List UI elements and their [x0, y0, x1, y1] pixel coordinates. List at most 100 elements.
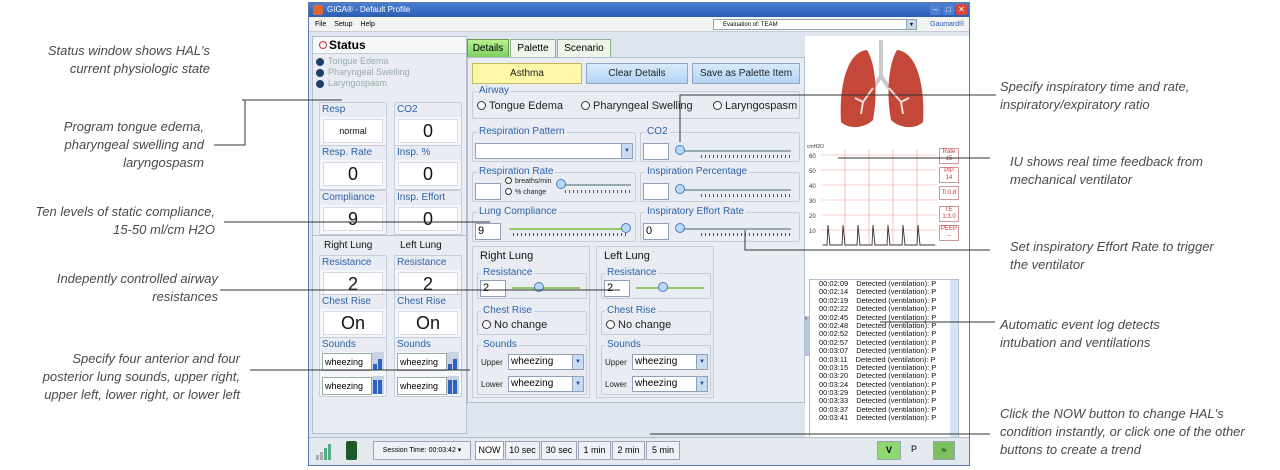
sound-level-bars [372, 352, 384, 370]
annotation-inspiratory: Specify inspiratory time and rate, inspi… [1000, 79, 1190, 112]
left-lower-sound-select[interactable]: wheezing ▼ [632, 376, 708, 392]
effort-input[interactable]: 0 [643, 223, 669, 240]
status-right-chest-rise: Chest Rise On [319, 294, 387, 339]
compliance-input[interactable]: 9 [475, 223, 501, 240]
trend-1min-button[interactable]: 1 min [578, 441, 611, 460]
log-vertical-scrollbar[interactable] [950, 280, 958, 456]
left-resistance-input[interactable]: 2 [604, 280, 630, 297]
status-panel: Status Tongue Edema Pharyngeal Swelling … [312, 36, 468, 434]
detail-right-lung: Right Lung Resistance 2 Chest Rise No ch… [472, 246, 590, 398]
maximize-icon[interactable]: □ [943, 4, 954, 15]
effort-slider[interactable] [675, 223, 791, 233]
battery-icon [346, 441, 357, 460]
resp-pattern-select[interactable]: ▼ [475, 143, 633, 159]
annotation-now: Click the NOW button to change HAL's con… [1000, 406, 1245, 457]
clear-details-button[interactable]: Clear Details [586, 63, 688, 84]
signal-bars-icon [316, 444, 331, 460]
trend-30sec-button[interactable]: 30 sec [541, 441, 577, 460]
session-time[interactable]: Session Time: 00:03:42 ▾ [373, 441, 471, 460]
sound-value: wheezing [397, 353, 447, 371]
breaths-min-radio[interactable]: breaths/min [505, 177, 552, 185]
airway-laryngospasm-radio[interactable]: Laryngospasm [713, 100, 797, 112]
evaluation-select[interactable]: Evaluation of: TEAM ▾ [713, 19, 917, 30]
right-resistance-input[interactable]: 2 [480, 280, 506, 297]
param-insp-effort: Insp. Effort 0 [394, 190, 462, 235]
chevron-down-icon[interactable]: ▾ [906, 20, 916, 29]
trend-graph-icon[interactable]: ≈ [933, 441, 955, 460]
annotation-ventilator: IU shows real time feedback from mechani… [1010, 154, 1203, 187]
param-co2: CO2 0 [394, 102, 462, 147]
title-bar: GIGA® - Default Profile – □ ✕ [309, 3, 969, 17]
v-button[interactable]: V [877, 441, 901, 460]
tab-details[interactable]: Details [467, 39, 509, 57]
status-title: Status [313, 37, 466, 54]
resp-rate-slider[interactable] [556, 179, 631, 189]
percent-change-radio[interactable]: % change [505, 188, 546, 196]
airway-tongue-edema-radio[interactable]: Tongue Edema [477, 100, 563, 112]
sound-value: wheezing [397, 377, 447, 395]
right-resistance-slider[interactable] [512, 282, 580, 292]
condition-laryngospasm: Laryngospasm [313, 78, 466, 89]
status-dot-icon [316, 57, 324, 66]
now-button[interactable]: NOW [475, 441, 504, 460]
log-row: 00:03:41 Detected (ventilation): P [819, 413, 937, 423]
co2-input[interactable] [643, 143, 669, 160]
chevron-down-icon: ▼ [621, 144, 632, 158]
airway-pharyngeal-radio[interactable]: Pharyngeal Swelling [581, 100, 693, 112]
window-title: GIGA® - Default Profile [327, 5, 411, 14]
airway-group: Airway Tongue Edema Pharyngeal Swelling … [472, 85, 800, 119]
menu-help[interactable]: Help [360, 21, 374, 28]
readout-pip: PIP 14 [939, 167, 959, 183]
tab-scenario[interactable]: Scenario [557, 39, 611, 57]
readout-peep: PEEP -- [939, 225, 959, 241]
resp-rate-input[interactable] [475, 183, 501, 200]
app-window: GIGA® - Default Profile – □ ✕ File Setup… [308, 2, 970, 466]
condition-pharyngeal-swelling: Pharyngeal Swelling [313, 67, 466, 78]
sound-level-bars [447, 376, 459, 394]
annotation-effort: Set inspiratory Effort Rate to trigger t… [1010, 239, 1214, 272]
right-chest-rise-radio[interactable]: No change [482, 319, 547, 331]
status-left-chest-rise: Chest Rise On [394, 294, 462, 339]
resp-rate-group: Respiration Rate breaths/min % change [472, 166, 636, 202]
menu-file[interactable]: File [315, 21, 326, 28]
trend-10sec-button[interactable]: 10 sec [505, 441, 540, 460]
annotation-sounds: Specify four anterior and four posterior… [42, 351, 240, 402]
readout-ti: Ti:0.8 [939, 186, 959, 200]
status-right-sounds: Sounds wheezing wheezing [319, 337, 387, 397]
left-resistance-slider[interactable] [636, 282, 704, 292]
brand-link[interactable]: Gaumard® [930, 17, 964, 32]
param-insp-pct: Insp. % 0 [394, 145, 462, 190]
ventilator-monitor: cmH2O 60 50 40 30 20 10 Rate 15 PIP 14 Ti:0.8 I… [805, 142, 969, 270]
minimize-icon[interactable]: – [930, 4, 941, 15]
save-palette-button[interactable]: Save as Palette Item [692, 63, 800, 84]
sound-value: wheezing [322, 353, 372, 371]
magnifier-icon [319, 41, 327, 49]
condition-tongue-edema: Tongue Edema [313, 56, 466, 67]
asthma-button[interactable]: Asthma [472, 63, 582, 84]
annotation-resistance: Indepently controlled airway resistances [56, 271, 218, 304]
trend-2min-button[interactable]: 2 min [612, 441, 645, 460]
details-panel: Asthma Clear Details Save as Palette Ite… [467, 57, 805, 403]
close-icon[interactable]: ✕ [956, 4, 967, 15]
trend-5min-button[interactable]: 5 min [646, 441, 680, 460]
sound-level-bars [447, 352, 459, 370]
p-button[interactable]: P [903, 441, 925, 460]
annotation-log: Automatic event log detects intubation a… [1000, 317, 1160, 350]
insp-pct-input[interactable] [643, 183, 669, 200]
right-lower-sound-select[interactable]: wheezing ▼ [508, 376, 584, 392]
insp-pct-slider[interactable] [675, 184, 791, 194]
co2-slider[interactable] [675, 145, 791, 155]
bottom-bar: Session Time: 00:03:42 ▾ NOW 10 sec 30 s… [309, 437, 969, 463]
event-log[interactable]: 00:02:09 Detected (ventilation): P 00:02:1… [809, 279, 959, 457]
left-chest-rise-radio[interactable]: No change [606, 319, 671, 331]
tab-palette[interactable]: Palette [510, 39, 556, 57]
readout-ie: I:E 1:3.0 [939, 206, 959, 222]
status-dot-icon [316, 79, 324, 88]
compliance-slider[interactable] [509, 223, 631, 233]
right-upper-sound-select[interactable]: wheezing ▼ [508, 354, 584, 370]
left-upper-sound-select[interactable]: wheezing ▼ [632, 354, 708, 370]
detail-left-lung: Left Lung Resistance 2 Chest Rise No cha… [596, 246, 714, 398]
collapse-handle[interactable]: ‹ [805, 316, 809, 356]
menu-setup[interactable]: Setup [334, 21, 352, 28]
status-left-sounds: Sounds wheezing wheezing [394, 337, 462, 397]
